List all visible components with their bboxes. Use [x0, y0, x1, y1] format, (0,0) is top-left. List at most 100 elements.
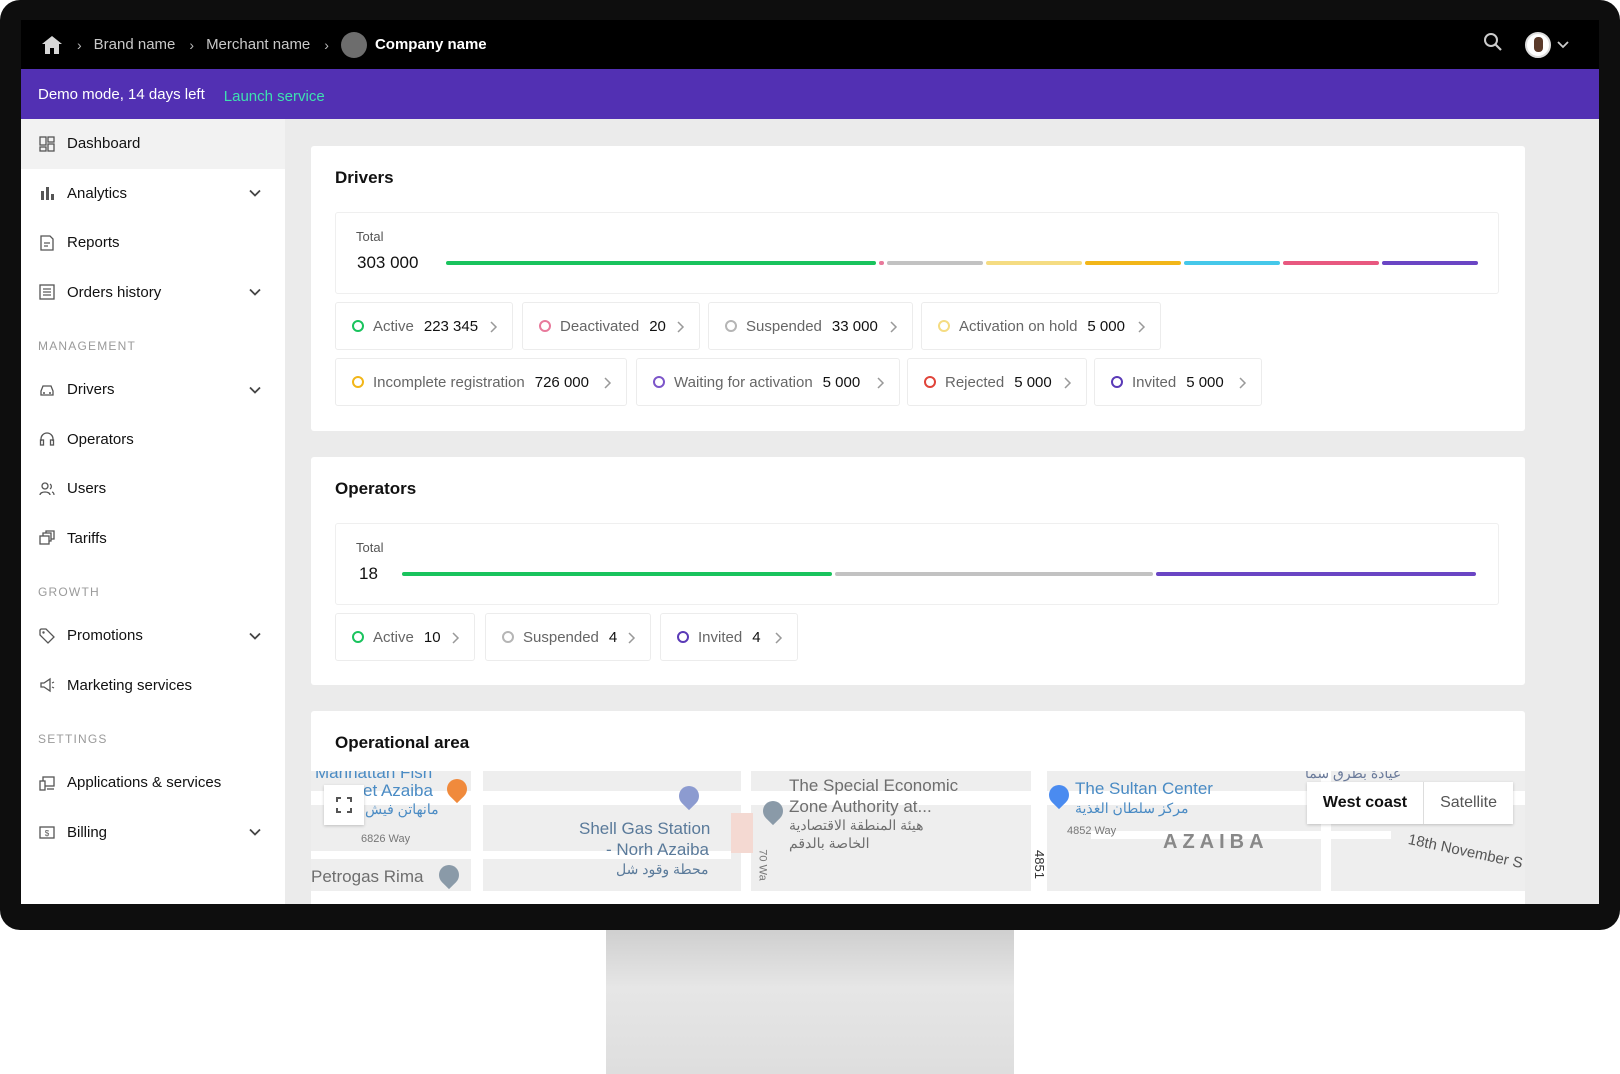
- map-type-satellite[interactable]: Satellite: [1424, 782, 1513, 824]
- status-count: 5 000: [1186, 373, 1224, 391]
- app-screen: › Brand name › Merchant name › Company n…: [21, 20, 1599, 904]
- report-icon: [39, 235, 55, 251]
- status-dot-icon: [653, 376, 665, 388]
- driver-status-active[interactable]: Active 223 345: [335, 302, 513, 350]
- map-place-label: The Special Economic: [789, 776, 959, 795]
- chevron-right-icon: [1064, 377, 1072, 389]
- driver-status-waiting-for-activation[interactable]: Waiting for activation 5 000: [636, 358, 900, 406]
- gas-station-pin-icon[interactable]: [674, 781, 704, 811]
- chevron-right-icon: ›: [189, 36, 195, 53]
- chevron-right-icon: [628, 632, 636, 644]
- map-street-label: 6826 Way: [361, 833, 411, 845]
- sidebar-item-label: Orders history: [67, 283, 162, 301]
- sidebar-item-analytics[interactable]: Analytics: [21, 169, 285, 219]
- status-dot-icon: [352, 320, 364, 332]
- sidebar-item-applications[interactable]: Applications & services: [21, 758, 285, 808]
- status-count: 10: [423, 628, 441, 646]
- map-place-label: مانهاتن فيش: [365, 801, 439, 817]
- status-dot-icon: [502, 631, 514, 643]
- fullscreen-icon: [336, 797, 352, 813]
- chevron-right-icon: [877, 377, 885, 389]
- section-label-management: MANAGEMENT: [38, 339, 137, 353]
- status-dot-icon: [352, 376, 364, 388]
- sidebar-item-marketing-services[interactable]: Marketing services: [21, 661, 285, 711]
- bar-chart-icon: [39, 185, 55, 201]
- operators-card: Operators Total 18 Active 10 Suspended 4: [311, 457, 1525, 685]
- operators-title: Operators: [335, 479, 417, 498]
- sidebar-item-label: Billing: [67, 823, 108, 841]
- status-count: 223 345: [423, 317, 479, 335]
- sidebar-item-orders-history[interactable]: Orders history: [21, 268, 285, 318]
- status-label: Incomplete registration: [373, 373, 525, 391]
- operational-area-title: Operational area: [335, 733, 470, 752]
- chevron-right-icon: [452, 632, 460, 644]
- status-count: 20: [649, 317, 666, 335]
- map-place-label: The Sultan Center: [1075, 779, 1213, 798]
- operator-status-active[interactable]: Active 10: [335, 613, 475, 661]
- bar-segment-suspended: [835, 572, 1153, 576]
- operational-area-map[interactable]: Manhattan Fish et Azaiba مانهاتن فيش 682…: [311, 771, 1525, 891]
- chevron-down-icon: [249, 829, 261, 837]
- sidebar-item-label: Operators: [67, 430, 134, 448]
- driver-status-rejected[interactable]: Rejected 5 000: [907, 358, 1087, 406]
- sidebar-item-users[interactable]: Users: [21, 464, 285, 514]
- sidebar-item-label: Analytics: [67, 184, 128, 202]
- driver-status-deactivated[interactable]: Deactivated 20: [522, 302, 700, 350]
- map-building: [731, 813, 753, 853]
- operator-status-suspended[interactable]: Suspended 4: [485, 613, 651, 661]
- chevron-right-icon: [775, 632, 783, 644]
- map-place-label: et Azaiba: [363, 781, 433, 800]
- devices-icon: [39, 775, 55, 791]
- place-pin-icon[interactable]: [434, 860, 464, 890]
- drivers-total-box: Total 303 000: [335, 212, 1499, 294]
- demo-banner: Demo mode, 14 days left Launch service: [21, 69, 1599, 119]
- driver-status-invited[interactable]: Invited 5 000: [1094, 358, 1262, 406]
- chevron-down-icon: [249, 632, 261, 640]
- status-dot-icon: [938, 320, 950, 332]
- sidebar-item-label: Applications & services: [67, 774, 222, 792]
- driver-status-activation-on-hold[interactable]: Activation on hold 5 000: [921, 302, 1161, 350]
- driver-status-suspended[interactable]: Suspended 33 000: [708, 302, 913, 350]
- sidebar-item-label: Marketing services: [67, 676, 193, 694]
- breadcrumb-merchant[interactable]: Merchant name: [206, 36, 310, 53]
- billing-icon: $: [39, 824, 55, 840]
- sidebar-item-label: Drivers: [67, 381, 115, 399]
- search-icon[interactable]: [1483, 32, 1503, 57]
- operators-total-value: 18: [359, 564, 378, 583]
- operator-status-invited[interactable]: Invited 4: [660, 613, 798, 661]
- sidebar-item-billing[interactable]: $ Billing: [21, 808, 285, 858]
- avatar: [1525, 31, 1551, 58]
- user-menu[interactable]: [1525, 31, 1569, 58]
- map-place-label: Petrogas Rima: [311, 867, 424, 886]
- sidebar-item-drivers[interactable]: Drivers: [21, 365, 285, 415]
- map-place-label: Zone Authority at...: [789, 797, 932, 816]
- status-count: 5 000: [1087, 317, 1125, 335]
- sidebar-item-reports[interactable]: Reports: [21, 218, 285, 268]
- headset-icon: [39, 431, 55, 447]
- sidebar-item-label: Users: [67, 480, 107, 498]
- launch-service-link[interactable]: Launch service: [224, 88, 325, 105]
- breadcrumb-brand[interactable]: Brand name: [94, 36, 176, 53]
- operational-area-card: Operational area Manhattan Fish et Azaib…: [311, 711, 1525, 904]
- status-dot-icon: [677, 631, 689, 643]
- driver-status-incomplete-registration[interactable]: Incomplete registration 726 000: [335, 358, 627, 406]
- sidebar-item-operators[interactable]: Operators: [21, 415, 285, 465]
- home-icon[interactable]: [41, 34, 63, 56]
- sidebar: Dashboard Analytics Reports Orders histo…: [21, 119, 285, 904]
- demo-mode-text: Demo mode, 14 days left: [38, 85, 205, 103]
- sidebar-item-label: Reports: [67, 234, 120, 252]
- fullscreen-button[interactable]: [324, 785, 364, 825]
- status-dot-icon: [1111, 376, 1123, 388]
- map-place-label: عيادة بطرق سما: [1305, 771, 1402, 781]
- map-street-label: 4851: [1031, 850, 1047, 879]
- sidebar-item-tariffs[interactable]: Tariffs: [21, 514, 285, 564]
- sidebar-item-promotions[interactable]: Promotions: [21, 611, 285, 661]
- monitor-stand: [606, 930, 1014, 1074]
- section-label-growth: GROWTH: [38, 585, 100, 599]
- breadcrumb-company[interactable]: Company name: [375, 36, 487, 53]
- users-icon: [39, 481, 55, 497]
- sidebar-item-dashboard[interactable]: Dashboard: [21, 119, 285, 169]
- chevron-right-icon: ›: [77, 36, 82, 53]
- map-type-west-coast[interactable]: West coast: [1307, 782, 1425, 824]
- chevron-down-icon: [249, 190, 261, 198]
